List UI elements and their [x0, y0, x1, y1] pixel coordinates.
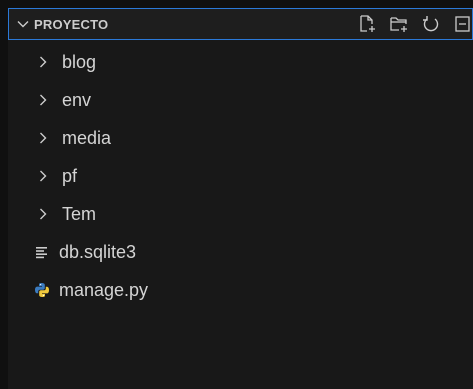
chevron-right-icon[interactable] [36, 93, 50, 107]
chevron-right-icon[interactable] [36, 131, 50, 145]
tree-item-label: db.sqlite3 [59, 241, 137, 262]
tree-item-label: media [62, 127, 112, 148]
tree-item-label: manage.py [59, 279, 149, 300]
window-frame-top [0, 0, 473, 8]
chevron-down-icon[interactable] [16, 17, 30, 31]
section-header[interactable]: PROYECTO [8, 8, 473, 40]
section-actions [356, 9, 473, 39]
tree-item-manage-py[interactable]: manage.py [8, 271, 473, 309]
tree-item-blog[interactable]: blog [8, 43, 473, 81]
chevron-right-icon[interactable] [36, 55, 50, 69]
chevron-right-icon[interactable] [36, 169, 50, 183]
tree-item-media[interactable]: media [8, 119, 473, 157]
tree-item-label: Tem [62, 203, 97, 224]
section-title: PROYECTO [34, 16, 109, 32]
database-file-icon [34, 244, 50, 260]
explorer-panel: PROYECTO blog env media pf Tem db.sqlite… [0, 0, 473, 389]
tree-item-label: pf [62, 165, 78, 186]
chevron-right-icon[interactable] [36, 207, 50, 221]
tree-item-tem[interactable]: Tem [8, 195, 473, 233]
tree-item-db-sqlite3[interactable]: db.sqlite3 [8, 233, 473, 271]
file-tree: blog env media pf Tem db.sqlite3 manage.… [8, 43, 473, 309]
python-file-icon [34, 282, 50, 298]
new-file-icon[interactable] [356, 13, 378, 35]
tree-item-label: env [62, 89, 92, 110]
window-frame-left [0, 0, 8, 389]
tree-item-label: blog [62, 51, 97, 72]
collapse-all-icon[interactable] [452, 13, 473, 35]
refresh-icon[interactable] [420, 13, 442, 35]
tree-item-env[interactable]: env [8, 81, 473, 119]
new-folder-icon[interactable] [388, 13, 410, 35]
tree-item-pf[interactable]: pf [8, 157, 473, 195]
